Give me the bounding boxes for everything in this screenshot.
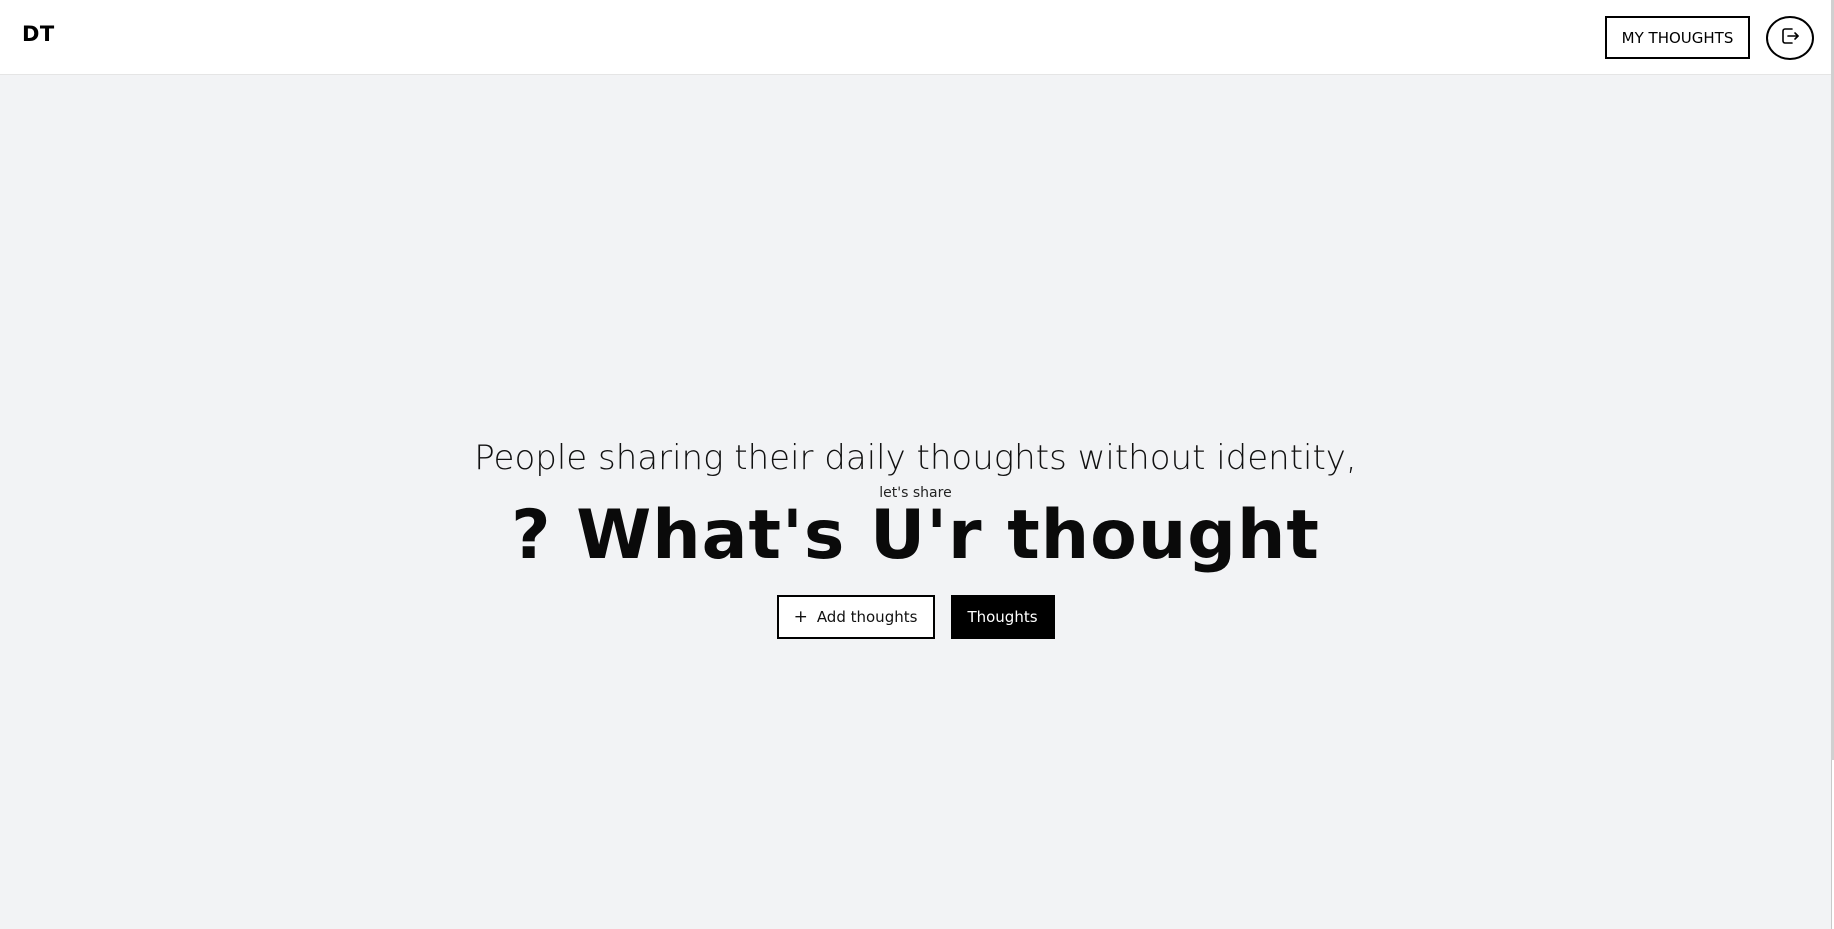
logout-button[interactable] (1766, 16, 1814, 60)
hero-tagline: People sharing their daily thoughts with… (474, 438, 1357, 478)
app-viewport: DT MY THOUGHTS People sharing their dail… (0, 0, 1831, 929)
my-thoughts-button[interactable]: MY THOUGHTS (1605, 16, 1750, 59)
add-thoughts-button[interactable]: + Add thoughts (776, 595, 935, 639)
hero-section: People sharing their daily thoughts with… (0, 75, 1831, 929)
hero-headline: ? What's U'r thought (511, 496, 1320, 575)
thoughts-button[interactable]: Thoughts (950, 595, 1055, 639)
top-navbar: DT MY THOUGHTS (0, 0, 1831, 75)
plus-icon: + (793, 606, 808, 627)
logout-icon (1778, 24, 1802, 52)
site-logo[interactable]: DT (22, 22, 55, 46)
add-thoughts-label: Add thoughts (816, 608, 918, 626)
hero-actions: + Add thoughts Thoughts (0, 595, 1831, 639)
